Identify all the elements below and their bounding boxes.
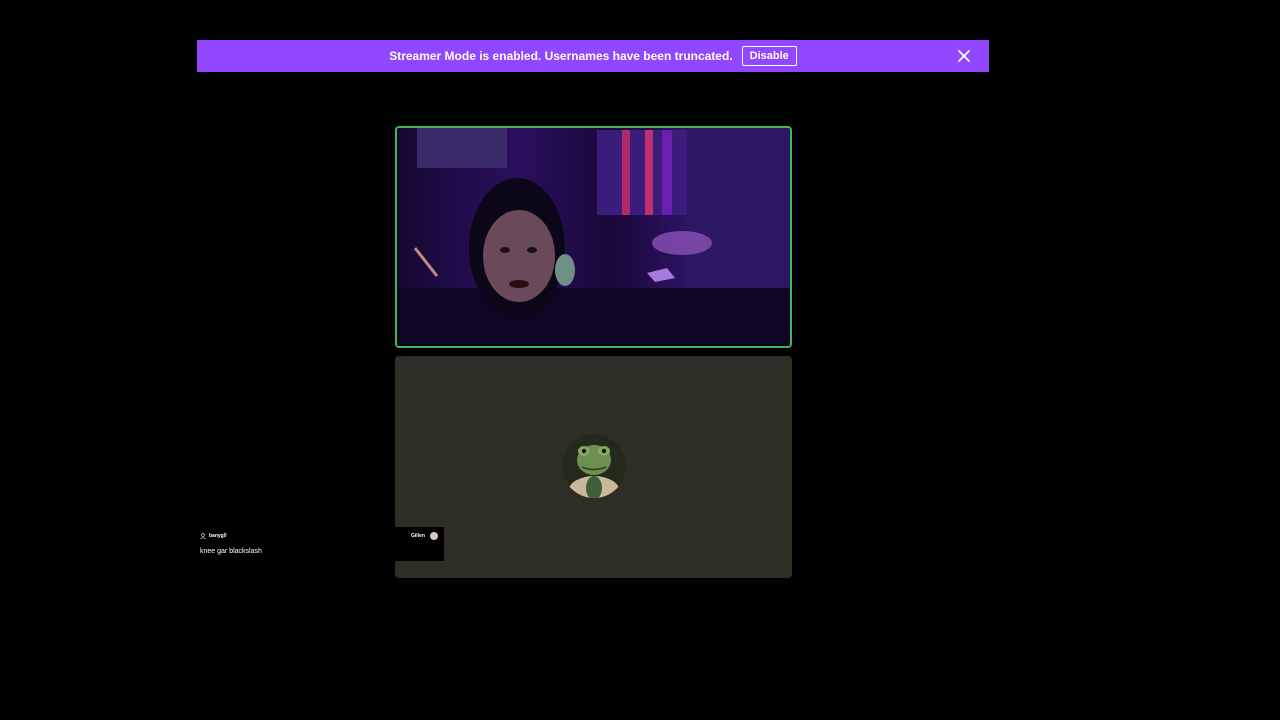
participant-avatar — [562, 434, 626, 498]
user-icon — [200, 533, 206, 539]
close-icon[interactable] — [956, 48, 972, 64]
streamer-mode-banner: Streamer Mode is enabled. Usernames have… — [197, 40, 989, 72]
overlay-message: knee gar blackslash — [200, 548, 262, 555]
disable-streamer-mode-button[interactable]: Disable — [741, 46, 797, 66]
streamer-mode-message: Streamer Mode is enabled. Usernames have… — [389, 49, 733, 63]
overlay-username: banyg0 — [209, 533, 227, 539]
participant-name: Gillen — [411, 533, 425, 539]
participant-mini-avatar — [430, 532, 438, 540]
chat-overlay: banyg0 knee gar blackslash — [197, 529, 393, 559]
video-tile-camera[interactable] — [395, 126, 792, 348]
camera-feed — [397, 128, 790, 346]
participant-name-chip: Gillen — [395, 527, 444, 561]
